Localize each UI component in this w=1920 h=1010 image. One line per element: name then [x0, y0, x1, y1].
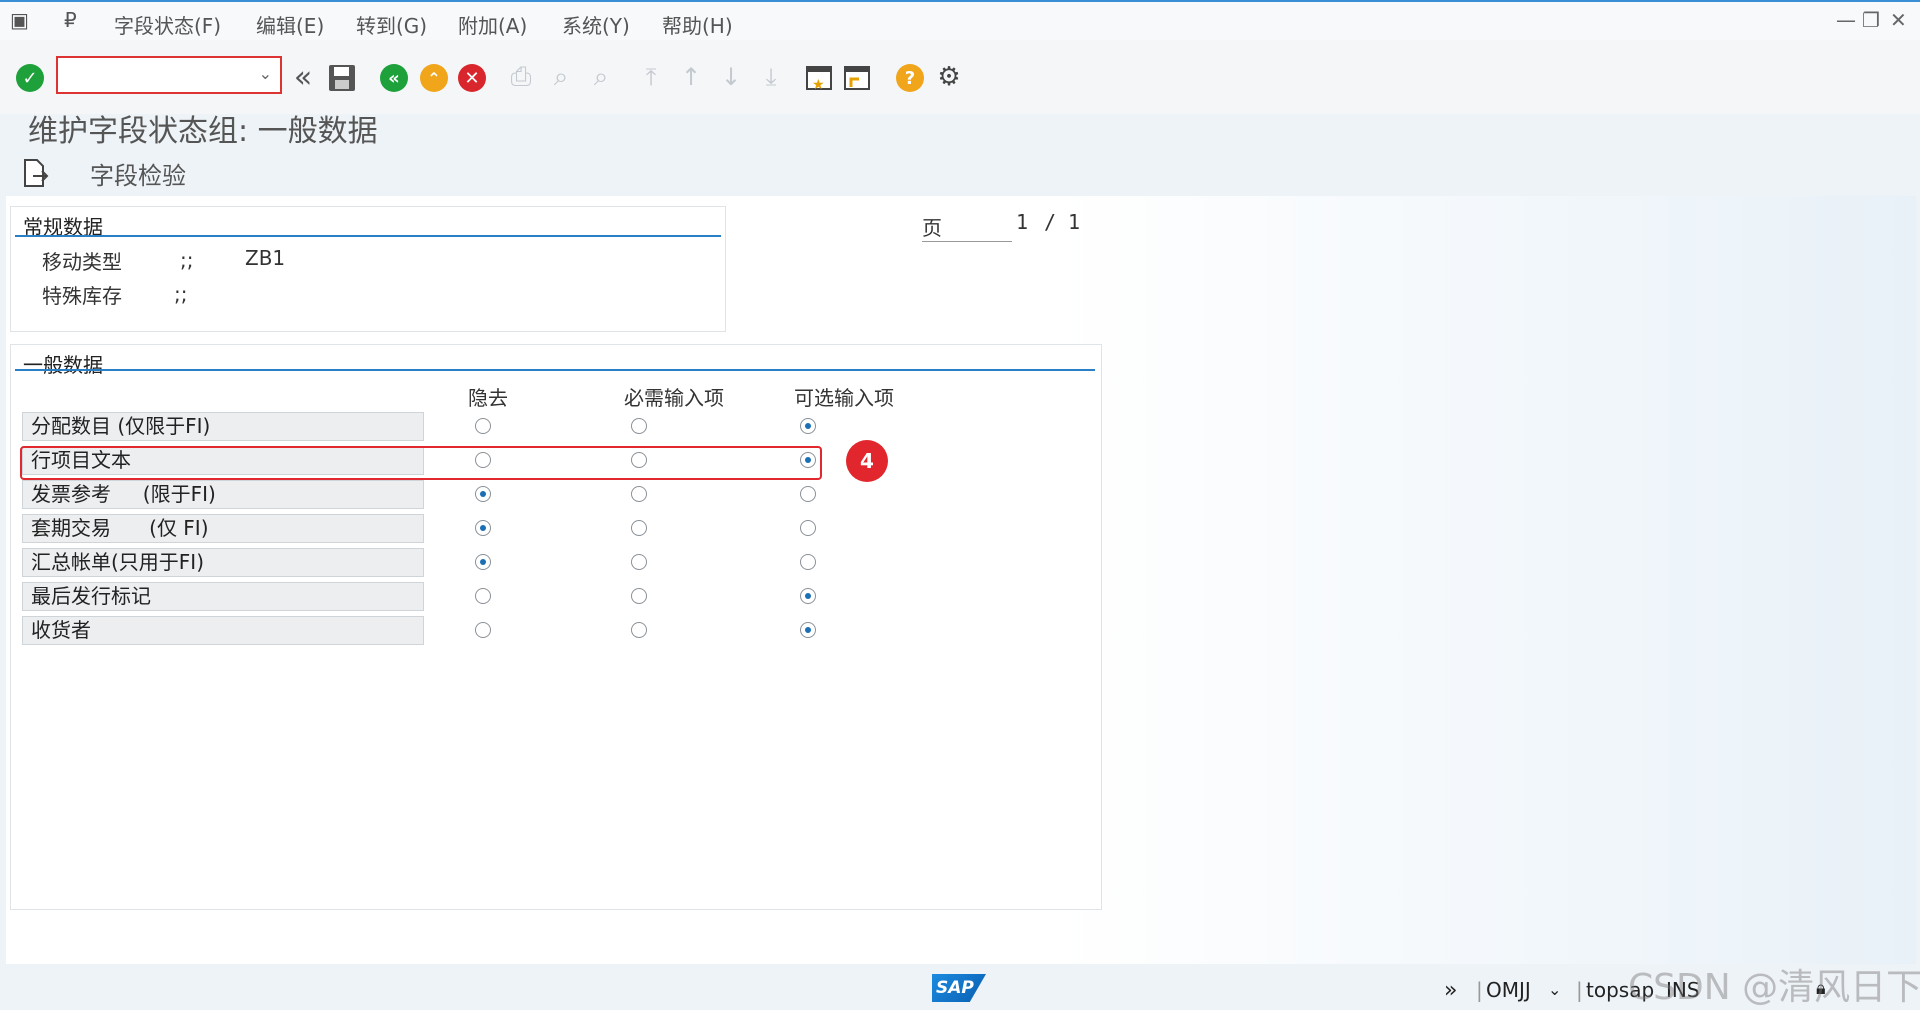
menu-goto[interactable]: 转到(G) [356, 10, 427, 39]
minimize-icon[interactable]: — [1836, 8, 1856, 32]
field-check-button[interactable]: 字段检验 [90, 156, 186, 191]
layout-menu-icon[interactable]: ₽ [64, 8, 77, 32]
menu-bar: ▣ ₽ 字段状态(F) 编辑(E) 转到(G) 附加(A) 系统(Y) 帮助(H… [0, 0, 1920, 40]
special-stock-label: 特殊库存 [42, 284, 122, 308]
chevron-down-icon[interactable]: ⌄ [1548, 980, 1561, 999]
movement-type-label: 移动类型 [42, 250, 122, 274]
back-double-icon[interactable]: « [288, 60, 318, 95]
application-toolbar [0, 150, 1920, 194]
expand-icon[interactable]: » [1444, 978, 1457, 1003]
divider: | [1476, 978, 1483, 1002]
radio-required[interactable] [631, 588, 647, 604]
watermark: CSDN @清风日下 [1628, 967, 1920, 1008]
movement-type-value: ZB1 [245, 246, 286, 270]
column-hidden: 隐去 [468, 386, 508, 410]
radio-optional[interactable] [800, 520, 816, 536]
print-icon: ⎙ [510, 61, 532, 92]
radio-hidden[interactable] [475, 418, 491, 434]
step-badge: 4 [846, 440, 888, 482]
page-total: 1 [1068, 210, 1081, 234]
menu-edit[interactable]: 编辑(E) [256, 10, 324, 39]
field-row-label: 收货者 [22, 616, 424, 645]
page-title: 维护字段状态组: 一般数据 [28, 114, 378, 149]
radio-optional[interactable] [800, 554, 816, 570]
page-current: 1 [1016, 210, 1029, 234]
group-divider [15, 369, 1095, 371]
restore-icon[interactable]: ❐ [1862, 8, 1880, 32]
radio-required[interactable] [631, 520, 647, 536]
system-menu-icon[interactable]: ▣ [10, 8, 29, 32]
highlight-box [20, 446, 822, 480]
help-icon[interactable]: ? [896, 64, 924, 92]
cancel-icon[interactable]: ✕ [458, 64, 486, 92]
next-page-icon: ↓ [720, 63, 742, 91]
prev-page-icon: ↑ [680, 63, 702, 91]
page-separator: / [1044, 210, 1057, 234]
find-next-icon: ⌕ [593, 61, 609, 92]
radio-required[interactable] [631, 554, 647, 570]
field-row-label: 汇总帐单(只用于FI) [22, 548, 424, 577]
menu-extras[interactable]: 附加(A) [458, 10, 527, 39]
settings-icon[interactable]: ⚙ [934, 62, 964, 92]
enter-icon[interactable]: ✓ [16, 64, 44, 92]
group-divider [15, 235, 721, 237]
radio-required[interactable] [631, 486, 647, 502]
close-icon[interactable]: ✕ [1890, 8, 1907, 32]
find-icon: ⌕ [553, 61, 569, 92]
movement-type-sep: ;; [180, 248, 194, 272]
radio-optional[interactable] [800, 622, 816, 638]
document-icon[interactable] [20, 158, 50, 188]
command-field[interactable]: ⌄ [56, 56, 282, 94]
field-row-label: 套期交易 (仅 FI) [22, 514, 424, 543]
column-required: 必需输入项 [624, 386, 724, 410]
radio-optional[interactable] [800, 588, 816, 604]
field-row-label: 分配数目 (仅限于FI) [22, 412, 424, 441]
radio-optional[interactable] [800, 486, 816, 502]
group-title: 一般数据 [23, 353, 103, 377]
special-stock-sep: ;; [174, 282, 188, 306]
svg-text:★: ★ [812, 77, 825, 93]
save-icon[interactable] [326, 62, 358, 94]
page-label: 页 [922, 212, 1012, 242]
radio-optional[interactable] [800, 418, 816, 434]
radio-hidden[interactable] [475, 554, 491, 570]
radio-hidden[interactable] [475, 520, 491, 536]
menu-system[interactable]: 系统(Y) [562, 10, 630, 39]
column-optional: 可选输入项 [794, 386, 894, 410]
radio-hidden[interactable] [475, 486, 491, 502]
field-row-label: 发票参考 (限于FI) [22, 480, 424, 509]
transaction-code: OMJJ [1486, 978, 1531, 1002]
exit-icon[interactable]: ⌃ [420, 64, 448, 92]
menu-help[interactable]: 帮助(H) [662, 10, 733, 39]
radio-hidden[interactable] [475, 588, 491, 604]
radio-required[interactable] [631, 622, 647, 638]
field-row-label: 最后发行标记 [22, 582, 424, 611]
create-session-icon[interactable]: ★ [804, 62, 836, 94]
divider: | [1576, 978, 1583, 1002]
menu-field-status[interactable]: 字段状态(F) [114, 10, 221, 39]
radio-hidden[interactable] [475, 622, 491, 638]
last-page-icon: ⤓ [765, 63, 777, 91]
chevron-down-icon[interactable]: ⌄ [259, 64, 272, 83]
radio-required[interactable] [631, 418, 647, 434]
shortcut-icon[interactable] [842, 62, 874, 94]
first-page-icon: ⤒ [645, 63, 657, 91]
back-icon[interactable]: « [380, 64, 408, 92]
